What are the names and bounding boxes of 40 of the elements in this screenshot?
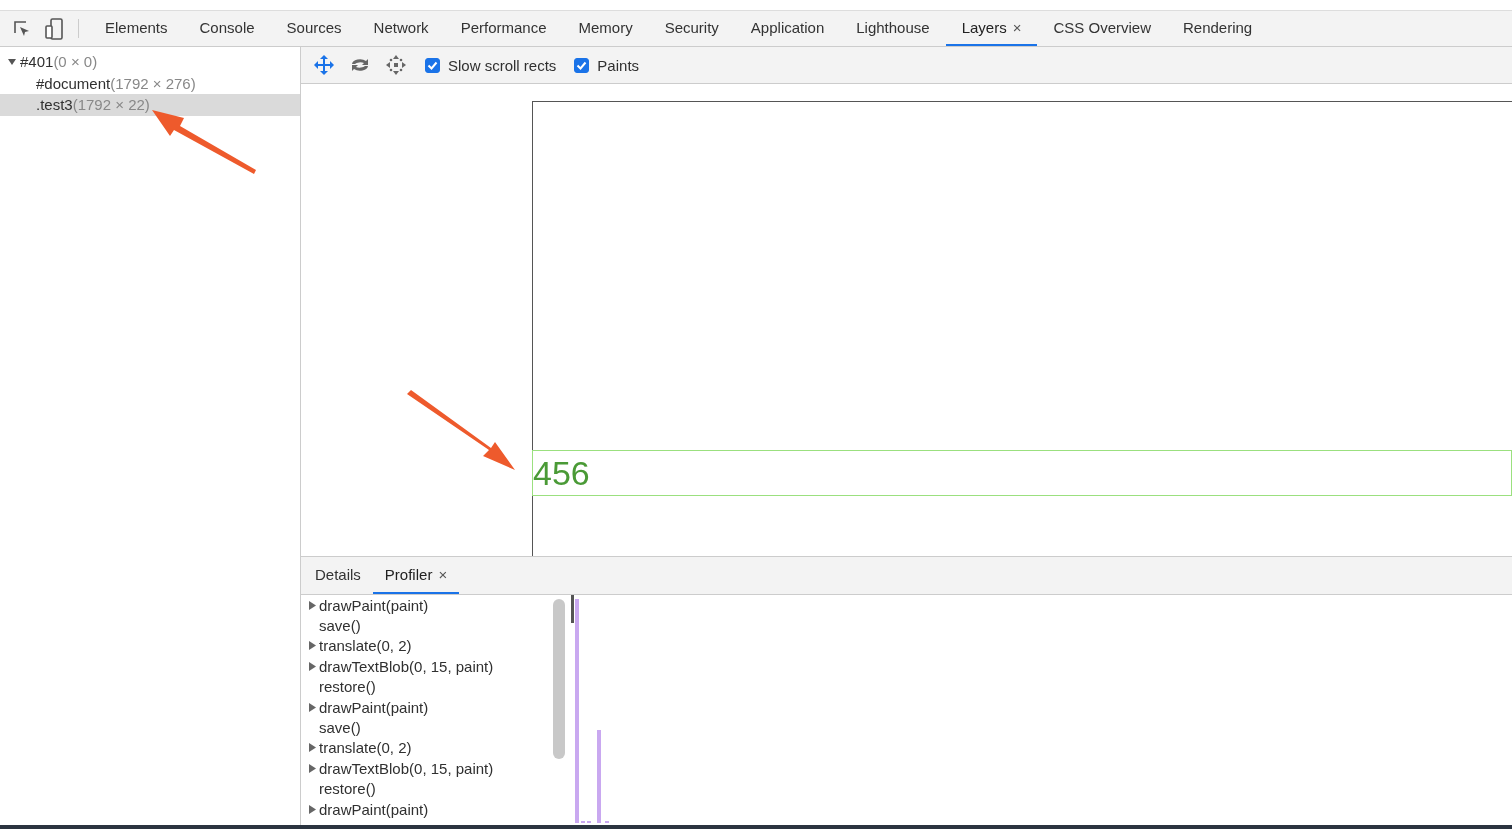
expanded-triangle-icon[interactable] bbox=[8, 57, 16, 66]
paint-command[interactable]: translate(0, 2) bbox=[301, 737, 551, 759]
panel-tab[interactable]: Elements bbox=[89, 11, 184, 46]
pan-icon[interactable] bbox=[313, 54, 335, 76]
paint-command[interactable]: save() bbox=[301, 615, 551, 636]
panel-tab[interactable]: Memory bbox=[562, 11, 649, 46]
layer-tree-item[interactable]: #401(0 × 0) bbox=[0, 51, 300, 73]
panel-tab[interactable]: Application bbox=[734, 11, 841, 46]
scrollbar[interactable] bbox=[553, 599, 565, 759]
paint-command[interactable]: drawTextBlob(0, 15, paint) bbox=[301, 758, 551, 779]
details-tab[interactable]: Details bbox=[303, 557, 373, 594]
paint-command[interactable]: drawPaint(paint) bbox=[301, 595, 551, 616]
panel-tab[interactable]: Console bbox=[183, 11, 271, 46]
panel-tab[interactable]: Network bbox=[357, 11, 445, 46]
paint-command[interactable]: restore() bbox=[301, 778, 551, 799]
reset-transform-icon[interactable] bbox=[385, 54, 407, 76]
layer-tree-item[interactable]: .test3(1792 × 22) bbox=[0, 94, 300, 116]
layer-tree-item[interactable]: #document(1792 × 276) bbox=[0, 72, 300, 94]
checkbox-label: Slow scroll rects bbox=[448, 56, 557, 74]
paint-command[interactable]: drawTextBlob(0, 15, paint) bbox=[301, 656, 551, 677]
expand-triangle-icon[interactable] bbox=[308, 600, 316, 610]
panel-tab[interactable]: Performance bbox=[444, 11, 563, 46]
checkbox[interactable] bbox=[425, 57, 440, 73]
details-tab[interactable]: Profiler × bbox=[372, 557, 460, 594]
panel-tab[interactable]: Lighthouse bbox=[840, 11, 946, 46]
paint-command[interactable]: restore() bbox=[301, 676, 551, 697]
paint-command[interactable]: save() bbox=[301, 717, 551, 738]
paint-command[interactable]: drawPaint(paint) bbox=[301, 696, 551, 718]
expand-triangle-icon[interactable] bbox=[308, 702, 316, 712]
expand-triangle-icon[interactable] bbox=[308, 804, 316, 814]
device-toolbar-icon[interactable] bbox=[44, 17, 64, 40]
panel-tab[interactable]: Sources bbox=[270, 11, 358, 46]
panel-tab[interactable]: Rendering bbox=[1167, 11, 1269, 46]
checkbox[interactable] bbox=[574, 57, 590, 73]
panel-tab[interactable]: Security bbox=[648, 11, 735, 46]
paint-command[interactable]: translate(0, 2) bbox=[301, 635, 551, 657]
panel-tab[interactable]: CSS Overview bbox=[1037, 11, 1167, 46]
checkbox-label: Paints bbox=[597, 56, 640, 74]
layer-text: 456 bbox=[533, 456, 590, 490]
paint-command[interactable]: drawPaint(paint) bbox=[301, 798, 551, 820]
